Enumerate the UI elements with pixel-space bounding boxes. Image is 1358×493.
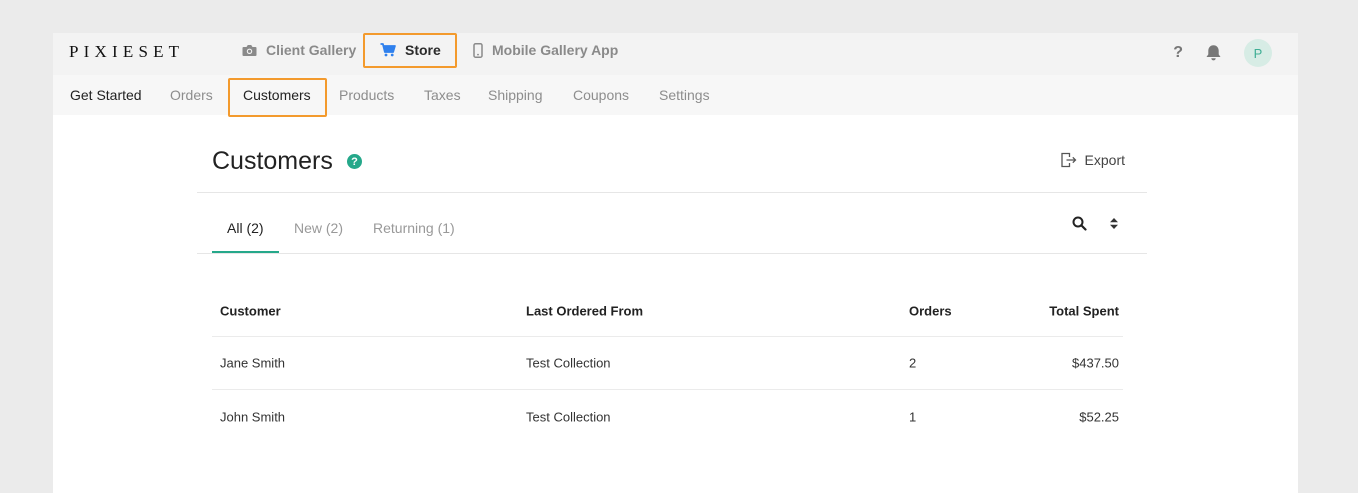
table-row[interactable]: Jane Smith Test Collection 2 $437.50 — [212, 337, 1123, 390]
cell-last-ordered-from: Test Collection — [526, 355, 611, 371]
cell-last-ordered-from: Test Collection — [526, 409, 611, 424]
top-bar: PIXIESET Client Gallery Store Mobile Gal… — [53, 33, 1298, 75]
camera-icon — [242, 44, 257, 57]
export-icon — [1060, 152, 1076, 168]
cell-customer: John Smith — [220, 409, 286, 424]
nav-mobile-gallery-app[interactable]: Mobile Gallery App — [473, 33, 618, 67]
table-header-row: Customer Last Ordered From Orders Total … — [212, 285, 1123, 337]
cell-total-spent: $437.50 — [1072, 355, 1119, 371]
export-button[interactable]: Export — [1060, 152, 1125, 168]
tab-returning[interactable]: Returning (1) — [373, 220, 455, 236]
subnav-products[interactable]: Products — [339, 87, 394, 103]
column-header-total-spent[interactable]: Total Spent — [1049, 303, 1119, 318]
search-icon[interactable] — [1072, 216, 1087, 236]
column-header-customer[interactable]: Customer — [220, 303, 281, 318]
cell-orders: 1 — [909, 409, 917, 424]
cell-total-spent: $52.25 — [1079, 409, 1119, 424]
cell-customer: Jane Smith — [220, 355, 286, 371]
sub-nav: Get Started Orders Customers Products Ta… — [53, 75, 1298, 115]
export-label: Export — [1084, 152, 1125, 168]
bell-icon[interactable] — [1205, 44, 1222, 62]
avatar[interactable]: P — [1244, 39, 1272, 67]
nav-store-label: Store — [405, 42, 441, 58]
subnav-get-started[interactable]: Get Started — [70, 87, 142, 103]
divider — [197, 253, 1147, 254]
subnav-orders[interactable]: Orders — [170, 87, 213, 103]
cart-icon — [380, 43, 396, 57]
nav-client-gallery[interactable]: Client Gallery — [242, 33, 356, 67]
nav-client-gallery-label: Client Gallery — [266, 42, 357, 58]
app-window: PIXIESET Client Gallery Store Mobile Gal… — [53, 33, 1298, 493]
tab-all[interactable]: All (2) — [227, 220, 264, 236]
subnav-taxes[interactable]: Taxes — [424, 87, 461, 103]
top-icons: ? P — [1173, 39, 1272, 67]
sort-icon[interactable] — [1109, 217, 1119, 235]
subnav-settings[interactable]: Settings — [659, 87, 710, 103]
nav-store[interactable]: Store — [380, 33, 441, 67]
logo[interactable]: PIXIESET — [69, 42, 184, 62]
table-row[interactable]: John Smith Test Collection 1 $52.25 — [212, 390, 1123, 443]
help-circle-icon[interactable]: ? — [347, 154, 362, 169]
customers-table: Customer Last Ordered From Orders Total … — [212, 285, 1123, 443]
divider — [197, 192, 1147, 193]
subnav-customers[interactable]: Customers — [243, 87, 311, 103]
column-header-last-ordered-from[interactable]: Last Ordered From — [526, 303, 643, 318]
subnav-shipping[interactable]: Shipping — [488, 87, 543, 103]
phone-icon — [473, 42, 483, 58]
subnav-coupons[interactable]: Coupons — [573, 87, 629, 103]
page-title: Customers — [212, 147, 333, 175]
tab-new[interactable]: New (2) — [294, 220, 343, 236]
nav-mobile-app-label: Mobile Gallery App — [492, 42, 619, 58]
help-icon[interactable]: ? — [1173, 44, 1183, 62]
column-header-orders[interactable]: Orders — [909, 303, 952, 318]
cell-orders: 2 — [909, 355, 917, 371]
